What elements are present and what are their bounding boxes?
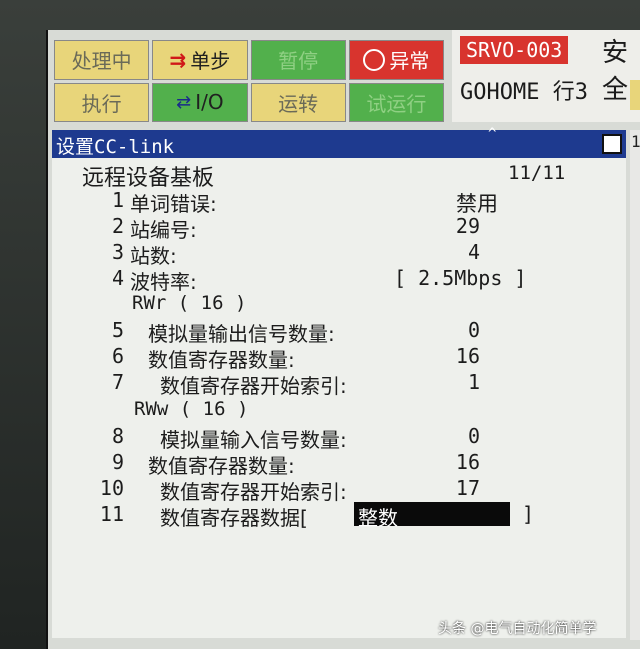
row-label: 数值寄存器数据[ bbox=[160, 506, 308, 530]
row-number: 7 bbox=[111, 370, 124, 394]
status-pause[interactable]: 暂停 bbox=[250, 40, 346, 80]
row-label: 数值寄存器开始索引: bbox=[160, 374, 347, 398]
row-value: 4 bbox=[467, 240, 480, 264]
row-number: 2 bbox=[111, 214, 124, 238]
row-label: 模拟量输出信号数量: bbox=[148, 322, 335, 346]
teach-pendant-screen: 处理中 ⇉ 单步 暂停 异常 执行 ⇄ I/O 运转 试运行 SRVO-003 安全… bbox=[46, 30, 640, 649]
setting-row-1[interactable]: 1 单词错误: 禁用 bbox=[52, 188, 626, 216]
setting-row-3[interactable]: 3 站数: 4 bbox=[52, 240, 626, 268]
io-arrows-icon: ⇄ bbox=[176, 91, 192, 113]
indicator-square bbox=[630, 80, 640, 110]
row-value: 29 bbox=[455, 214, 480, 238]
program-line: GOHOME 行3 bbox=[460, 74, 588, 106]
row-label: 数值寄存器开始索引: bbox=[160, 480, 347, 504]
row-number: 11 bbox=[99, 502, 124, 526]
window-title: 设置CC-link bbox=[56, 136, 175, 158]
status-execute[interactable]: 执行 bbox=[54, 82, 150, 122]
caret-up-icon: ^ bbox=[488, 126, 497, 142]
setting-row-10[interactable]: 10 数值寄存器开始索引: 17 bbox=[52, 476, 626, 504]
status-io[interactable]: ⇄ I/O bbox=[152, 82, 248, 122]
setting-row-2[interactable]: 2 站编号: 29 bbox=[52, 214, 626, 242]
maximize-icon[interactable] bbox=[602, 134, 622, 154]
setting-row-8[interactable]: 8 模拟量输入信号数量: 0 bbox=[52, 424, 626, 452]
row-number: 10 bbox=[99, 476, 124, 500]
row-number: 1 bbox=[111, 188, 124, 212]
row-number: 6 bbox=[111, 344, 124, 368]
row-value: [ 2.5Mbps ] bbox=[394, 266, 527, 290]
status-io-label: I/O bbox=[195, 90, 224, 115]
rwr-header: RWr ( 16 ) bbox=[132, 292, 247, 314]
row-label: 站编号: bbox=[130, 218, 197, 242]
row-number: 9 bbox=[111, 450, 124, 474]
row-value: 0 bbox=[467, 424, 480, 448]
status-indicator-grid: 处理中 ⇉ 单步 暂停 异常 执行 ⇄ I/O 运转 试运行 bbox=[54, 40, 444, 122]
status-run-label: 运转 bbox=[278, 91, 319, 116]
program-line-number: 行3 bbox=[552, 80, 588, 105]
alarm-code: SRVO-003 bbox=[460, 36, 569, 64]
row-label: 模拟量输入信号数量: bbox=[160, 428, 347, 452]
status-run[interactable]: 运转 bbox=[250, 82, 346, 122]
cc-link-settings-panel: 远程设备基板 11/11 1 单词错误: 禁用 2 站编号: 29 3 站数: … bbox=[52, 158, 626, 638]
data-type-value: 整数 bbox=[358, 506, 398, 530]
row-label: 单词错误: bbox=[130, 192, 217, 216]
row-label: 站数: bbox=[130, 244, 177, 268]
setting-row-6[interactable]: 6 数值寄存器数量: 16 bbox=[52, 344, 626, 372]
close-bracket: ] bbox=[522, 502, 535, 526]
setting-row-9[interactable]: 9 数值寄存器数量: 16 bbox=[52, 450, 626, 478]
page-indicator: 11/11 bbox=[508, 162, 566, 184]
status-execute-label: 执行 bbox=[81, 91, 122, 116]
row-value: 0 bbox=[467, 318, 480, 342]
status-trial-run[interactable]: 试运行 bbox=[348, 82, 444, 122]
row-number: 4 bbox=[111, 266, 124, 290]
status-pause-label: 暂停 bbox=[278, 49, 319, 74]
status-step-label: 单步 bbox=[190, 49, 231, 74]
row-value: 17 bbox=[455, 476, 480, 500]
window-titlebar: 设置CC-link ^ bbox=[52, 126, 626, 158]
data-type-field[interactable]: 整数 bbox=[354, 502, 510, 530]
status-processing-label: 处理中 bbox=[71, 49, 132, 74]
side-tab-label: 1 bbox=[631, 132, 640, 151]
alarm-circle-icon bbox=[363, 48, 386, 71]
status-trial-run-label: 试运行 bbox=[366, 91, 427, 116]
rww-header: RWw ( 16 ) bbox=[134, 398, 249, 420]
row-value: 1 bbox=[467, 370, 480, 394]
alarm-header: SRVO-003 安全 GOHOME 行3 bbox=[452, 30, 640, 122]
row-number: 3 bbox=[111, 240, 124, 264]
status-step[interactable]: ⇉ 单步 bbox=[152, 40, 248, 80]
watermark: 头条 @电气自动化简单学 bbox=[438, 621, 597, 637]
setting-row-11[interactable]: 11 数值寄存器数据[ 整数 ] bbox=[52, 502, 626, 530]
status-processing[interactable]: 处理中 bbox=[54, 40, 150, 80]
setting-row-5[interactable]: 5 模拟量输出信号数量: 0 bbox=[52, 318, 626, 346]
row-value: 16 bbox=[455, 344, 480, 368]
row-label: 数值寄存器数量: bbox=[148, 348, 295, 372]
row-label: 波特率: bbox=[130, 270, 197, 294]
row-label: 数值寄存器数量: bbox=[148, 454, 295, 478]
setting-row-4[interactable]: 4 波特率: [ 2.5Mbps ] bbox=[52, 266, 626, 294]
status-abnormal[interactable]: 异常 bbox=[348, 40, 444, 80]
status-abnormal-label: 异常 bbox=[389, 49, 430, 74]
row-number: 5 bbox=[111, 318, 124, 342]
setting-row-7[interactable]: 7 数值寄存器开始索引: 1 bbox=[52, 370, 626, 398]
side-window-tab[interactable]: 1 bbox=[630, 130, 640, 640]
program-name: GOHOME bbox=[460, 80, 540, 105]
row-value: 16 bbox=[455, 450, 480, 474]
row-number: 8 bbox=[111, 424, 124, 448]
step-icon: ⇉ bbox=[169, 47, 187, 72]
